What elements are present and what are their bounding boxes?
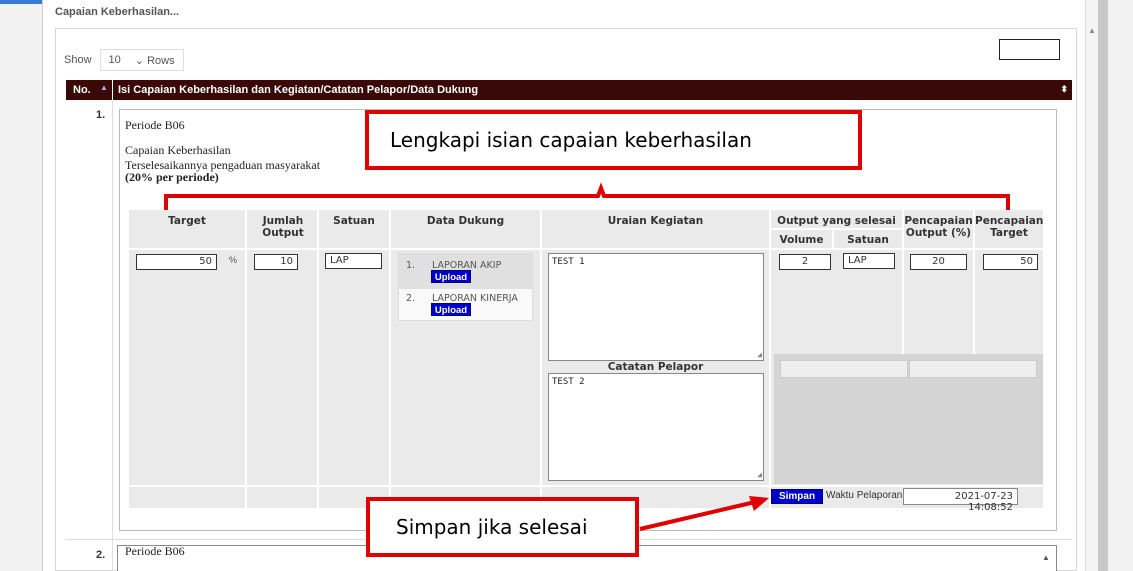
- annotation-overlay: [164, 182, 1010, 531]
- screen: Capaian Keberhasilan... ▲ Show 10 ⌄ Rows…: [0, 0, 1133, 571]
- callout-lengkapi: Lengkapi isian capaian keberhasilan: [365, 110, 862, 170]
- bracket-annotation: [164, 182, 1010, 210]
- arrow-line: [639, 500, 756, 531]
- callout-simpan: Simpan jika selesai: [366, 497, 639, 557]
- arrow-head-icon: [749, 496, 769, 511]
